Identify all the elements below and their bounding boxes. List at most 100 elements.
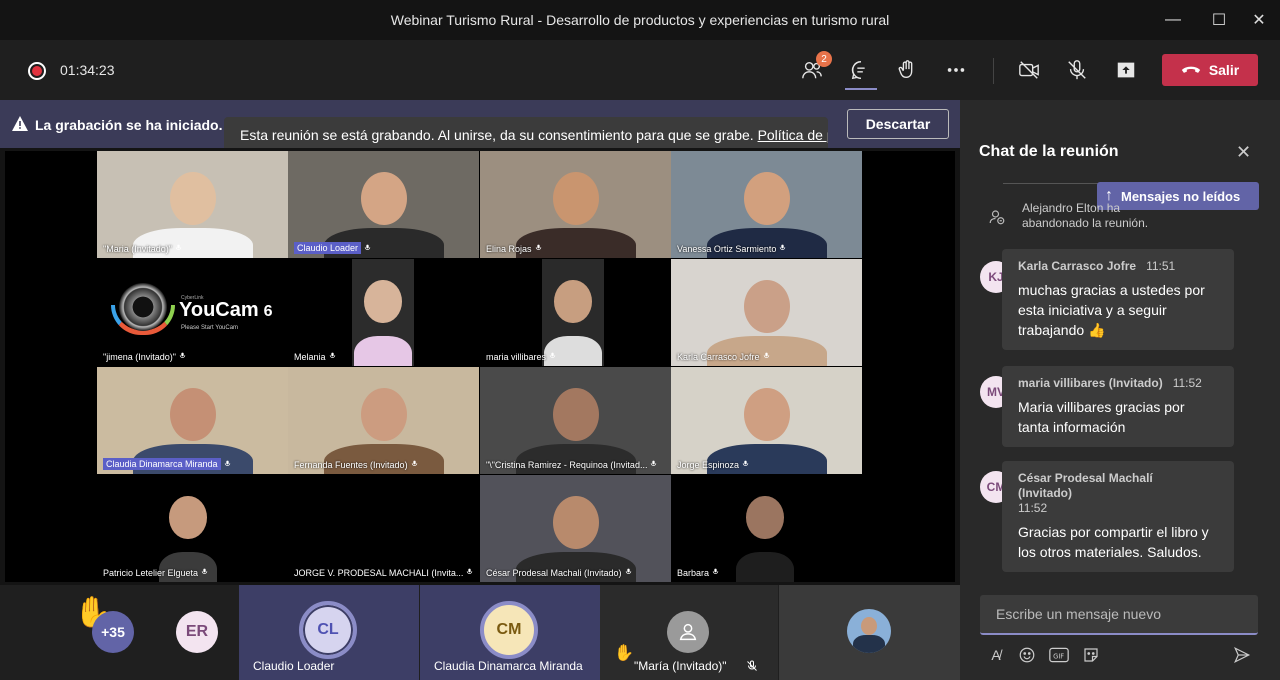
overflow-tile[interactable]: ✋ +35 ER: [60, 585, 238, 680]
video-tile[interactable]: "Maria (Invitado)": [97, 151, 288, 258]
mic-off-icon: [625, 568, 632, 574]
participant-name: "Maria (Invitado)": [103, 244, 172, 254]
video-tile[interactable]: Patricio Letelier Elgueta: [97, 475, 288, 582]
video-tile[interactable]: CyberLink YouCam 6 Please Start YouCam "jime…: [97, 259, 288, 366]
avatar: ER: [176, 611, 218, 653]
recording-banner: La grabación se ha iniciado. Esta reunió…: [0, 100, 960, 153]
video-tile[interactable]: Melania: [288, 259, 479, 366]
mic-off-icon: [650, 460, 657, 466]
emoji-button[interactable]: [1015, 643, 1039, 667]
youcam-logo-icon: [119, 283, 167, 331]
video-tile[interactable]: Vanessa Ortiz Sarmiento: [671, 151, 862, 258]
participant-body: [515, 228, 636, 258]
format-icon: A̸: [991, 647, 1001, 663]
banner-text: Esta reunión se está grabando. Al unirse…: [240, 127, 754, 143]
gif-icon: GIF: [1049, 647, 1069, 663]
mic-off-icon: [779, 244, 786, 250]
participant-tile[interactable]: CL Claudio Loader: [239, 585, 419, 680]
emoji-icon: [1019, 647, 1035, 663]
mic-off-icon: [747, 660, 757, 671]
reactions-button[interactable]: [892, 54, 924, 86]
send-button[interactable]: [1230, 643, 1254, 667]
mic-off-icon: [224, 460, 231, 466]
video-feed: [480, 151, 671, 258]
participant-tile[interactable]: [779, 585, 960, 680]
video-tile[interactable]: JORGE V. PRODESAL MACHALI (Invita...: [288, 475, 479, 582]
participant-name: "\"Cristina Ramirez - Requinoa (Invitad.…: [486, 460, 648, 470]
send-icon: [1234, 646, 1251, 664]
leave-button[interactable]: Salir: [1162, 54, 1258, 86]
participant-head: [364, 280, 402, 324]
mic-off-icon: [179, 352, 186, 358]
participant-name: Claudio Loader: [294, 242, 362, 254]
meeting-toolbar: 01:34:23 2 Salir: [0, 40, 1280, 100]
avatar: CL: [299, 601, 357, 659]
message-text: Maria villibares gracias por tanta infor…: [1018, 399, 1185, 435]
participant-head: [360, 172, 407, 226]
more-actions-button[interactable]: [940, 54, 972, 86]
format-button[interactable]: A̸: [984, 643, 1008, 667]
share-icon: [1117, 62, 1135, 78]
overflow-count: +35: [92, 611, 134, 653]
participant-head: [743, 172, 790, 226]
participant-name: Elina Rojas: [486, 244, 532, 254]
participant-name: Barbara: [677, 568, 710, 578]
message-author: César Prodesal Machalí (Invitado): [1018, 471, 1153, 500]
privacy-policy-link[interactable]: Política de pri...: [758, 127, 828, 143]
message-input[interactable]: [980, 595, 1258, 633]
participant-strip: ✋ +35 ER CL Claudio Loader CM Claudia Di…: [0, 585, 960, 680]
chat-message[interactable]: César Prodesal Machalí (Invitado) 11:52 G…: [1002, 461, 1234, 572]
participant-head: [552, 496, 599, 550]
participant-name: Jorge Espinoza: [677, 460, 740, 470]
video-tile[interactable]: César Prodesal Machali (Invitado): [480, 475, 671, 582]
video-tile[interactable]: Barbara: [671, 475, 862, 582]
video-feed: [480, 475, 671, 582]
participant-body: [353, 336, 413, 366]
video-feed: [671, 367, 862, 474]
video-tile[interactable]: Elina Rojas: [480, 151, 671, 258]
participant-name: "jimena (Invitado)": [103, 352, 176, 362]
chat-active-indicator: [845, 88, 877, 90]
minimize-button[interactable]: —: [1150, 0, 1196, 40]
camera-toggle-button[interactable]: [1013, 54, 1045, 86]
chat-message[interactable]: Karla Carrasco Jofre 11:51 muchas gracias…: [1002, 249, 1234, 350]
dismiss-button[interactable]: Descartar: [847, 109, 949, 139]
message-time: 11:51: [1146, 259, 1176, 273]
participant-name: Claudia Dinamarca Miranda: [103, 458, 221, 470]
participant-tile[interactable]: ✋ "María (Invitado)": [600, 585, 778, 680]
chat-panel: Chat de la reunión ✕ ↑ Mensajes no leído…: [960, 100, 1280, 680]
participant-name: Claudio Loader: [253, 659, 335, 673]
video-tile[interactable]: Jorge Espinoza: [671, 367, 862, 474]
video-tile[interactable]: Fernanda Fuentes (Invitado): [288, 367, 479, 474]
message-author: Karla Carrasco Jofre: [1018, 259, 1137, 273]
chat-title: Chat de la reunión: [979, 143, 1119, 160]
chat-message[interactable]: maria villibares (Invitado) 11:52 Maria v…: [1002, 366, 1234, 447]
mic-off-icon: [549, 352, 556, 358]
chat-button[interactable]: [845, 54, 877, 86]
participant-name: Melania: [294, 352, 326, 362]
close-icon: ✕: [1252, 12, 1266, 29]
gif-button[interactable]: GIF: [1047, 643, 1071, 667]
person-icon: [679, 623, 697, 641]
video-tile[interactable]: Claudio Loader: [288, 151, 479, 258]
mic-off-icon: [411, 460, 418, 466]
video-tile[interactable]: maria villibares: [480, 259, 671, 366]
video-feed: [97, 151, 288, 258]
participant-head: [360, 388, 407, 442]
participant-tile[interactable]: CM Claudia Dinamarca Miranda: [420, 585, 600, 680]
participants-badge: 2: [816, 51, 832, 67]
sticker-button[interactable]: [1079, 643, 1103, 667]
mic-toggle-button[interactable]: [1061, 54, 1093, 86]
avatar: [667, 611, 709, 653]
video-tile[interactable]: "\"Cristina Ramirez - Requinoa (Invitad.…: [480, 367, 671, 474]
participant-name: Fernanda Fuentes (Invitado): [294, 460, 408, 470]
video-tile[interactable]: Karla Carrasco Jofre: [671, 259, 862, 366]
close-chat-button[interactable]: ✕: [1236, 142, 1251, 163]
participant-head: [169, 496, 207, 540]
participants-button[interactable]: 2: [796, 51, 832, 86]
share-screen-button[interactable]: [1110, 54, 1142, 86]
close-window-button[interactable]: ✕: [1236, 0, 1280, 40]
video-tile[interactable]: Claudia Dinamarca Miranda: [97, 367, 288, 474]
video-feed: [157, 475, 219, 582]
video-feed: [671, 259, 862, 366]
